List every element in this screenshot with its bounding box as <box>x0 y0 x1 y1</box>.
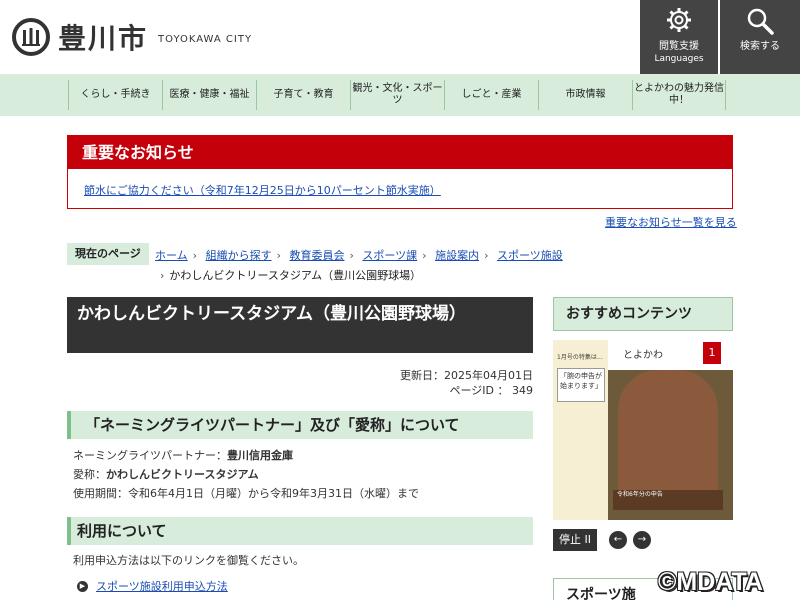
breadcrumb-sports-facilities[interactable]: スポーツ施設 <box>497 249 563 262</box>
naming-rights-section: ネーミングライツパートナー：豊川信用金庫 愛称：かわしんビクトリースタジアム 使… <box>67 446 533 503</box>
breadcrumb-separator: › <box>276 249 281 262</box>
nav-item-health[interactable]: 医療・健康・福祉 <box>162 80 256 110</box>
nickname-line: 愛称：かわしんビクトリースタジアム <box>67 465 533 484</box>
browse-support-button[interactable]: 閲覧支援 Languages <box>640 0 718 74</box>
search-icon <box>720 6 800 35</box>
nav-item-charm[interactable]: とよかわの魅力発信中！ <box>632 80 726 110</box>
cover-badge: 令和6年分の申告 <box>613 490 723 510</box>
slider-controls: 停止 II ← → <box>553 529 733 551</box>
important-notice-box: 重要なお知らせ 節水にご協力ください（令和7年12月25日から10パーセント節水… <box>67 135 733 209</box>
usage-text: 利用申込方法は以下のリンクを御覧ください。 <box>73 554 304 567</box>
site-logo[interactable]: 豊川市 TOYOKAWA CITY <box>12 17 252 57</box>
usage-application-link[interactable]: スポーツ施設利用申込方法 <box>96 578 228 594</box>
nav-item-cityinfo[interactable]: 市政情報 <box>538 80 632 110</box>
stop-button[interactable]: 停止 II <box>553 529 597 551</box>
gear-icon <box>640 6 718 34</box>
global-nav: くらし・手続き 医療・健康・福祉 子育て・教育 観光・文化・スポーツ しごと・産… <box>0 74 800 116</box>
breadcrumb-home[interactable]: ホーム <box>155 249 188 262</box>
breadcrumb-sports-division[interactable]: スポーツ課 <box>362 249 417 262</box>
city-emblem-icon <box>12 18 50 56</box>
sidebar: おすすめコンテンツ 1月号の特集は… 「腕の申告が始まります」 とよかわ 1 令… <box>553 297 733 600</box>
breadcrumb-separator: › <box>484 249 489 262</box>
arrow-bullet-icon: ▶ <box>77 580 88 592</box>
banner-bubble: 「腕の申告が始まります」 <box>557 368 605 402</box>
breadcrumb-current: かわしんビクトリースタジアム（豊川公園野球場） <box>169 269 422 282</box>
breadcrumb-facility-guide[interactable]: 施設案内 <box>435 249 479 262</box>
notice-heading: 重要なお知らせ <box>68 136 732 169</box>
page-id: ページID ： 349 <box>449 384 533 397</box>
nav-item-living[interactable]: くらし・手続き <box>68 80 162 110</box>
watermark: ©MDATA <box>658 568 763 596</box>
usage-link-row: ▶ スポーツ施設利用申込方法 <box>67 578 533 594</box>
notice-list-link[interactable]: 重要なお知らせ一覧を見る <box>605 214 737 230</box>
page-title: かわしんビクトリースタジアム（豊川公園野球場） <box>67 297 533 353</box>
browse-support-label: 閲覧支援 <box>659 41 699 52</box>
issue-number: 1 <box>703 342 721 364</box>
notice-link[interactable]: 節水にご協力ください（令和7年12月25日から10パーセント節水実施） <box>84 182 441 198</box>
partner-line: ネーミングライツパートナー：豊川信用金庫 <box>67 446 533 465</box>
recommended-banner[interactable]: 1月号の特集は… 「腕の申告が始まります」 とよかわ 1 令和6年分の申告 <box>553 340 733 520</box>
breadcrumb-label: 現在のページ <box>67 243 149 265</box>
main-content: かわしんビクトリースタジアム（豊川公園野球場） 更新日：2025年04月01日 … <box>67 297 533 594</box>
banner-small-text: 1月号の特集は… <box>557 354 603 361</box>
recommended-heading: おすすめコンテンツ <box>553 297 733 331</box>
nav-item-childcare[interactable]: 子育て・教育 <box>256 80 350 110</box>
site-header: 豊川市 TOYOKAWA CITY 閲覧支援 Languages 検索する <box>0 0 800 74</box>
breadcrumb-education-board[interactable]: 教育委員会 <box>289 249 344 262</box>
nav-item-work[interactable]: しごと・産業 <box>444 80 538 110</box>
breadcrumb-separator: › <box>160 269 165 282</box>
breadcrumb-organization[interactable]: 組織から探す <box>206 249 272 262</box>
period-line: 使用期間：令和6年4月1日（月曜）から令和9年3月31日（水曜）まで <box>73 487 419 500</box>
next-button[interactable]: → <box>633 531 651 549</box>
updated-date: 更新日：2025年04月01日 <box>400 369 533 382</box>
nickname-label: 愛称： <box>73 468 106 481</box>
page-meta: 更新日：2025年04月01日 ページID ： 349 <box>67 368 533 398</box>
nav-item-tourism[interactable]: 観光・文化・スポーツ <box>350 80 444 110</box>
breadcrumb-separator: › <box>422 249 427 262</box>
search-button[interactable]: 検索する <box>720 0 800 74</box>
breadcrumb-separator: › <box>349 249 354 262</box>
banner-left-panel <box>553 340 608 520</box>
prev-button[interactable]: ← <box>609 531 627 549</box>
logo-text: 豊川市 <box>58 22 149 55</box>
partner-label: ネーミングライツパートナー： <box>73 449 227 462</box>
nickname-value: かわしんビクトリースタジアム <box>106 468 259 481</box>
breadcrumb-separator: › <box>192 249 198 262</box>
partner-value: 豊川信用金庫 <box>227 449 293 462</box>
section-heading-usage: 利用について <box>67 517 533 545</box>
cover-title: とよかわ <box>623 350 663 361</box>
languages-label: Languages <box>654 54 704 64</box>
search-label: 検索する <box>740 41 780 52</box>
section-heading-naming-rights: 「ネーミングライツパートナー」及び「愛称」について <box>67 411 533 439</box>
horse-photo <box>618 370 718 510</box>
logo-subtitle: TOYOKAWA CITY <box>158 33 253 45</box>
